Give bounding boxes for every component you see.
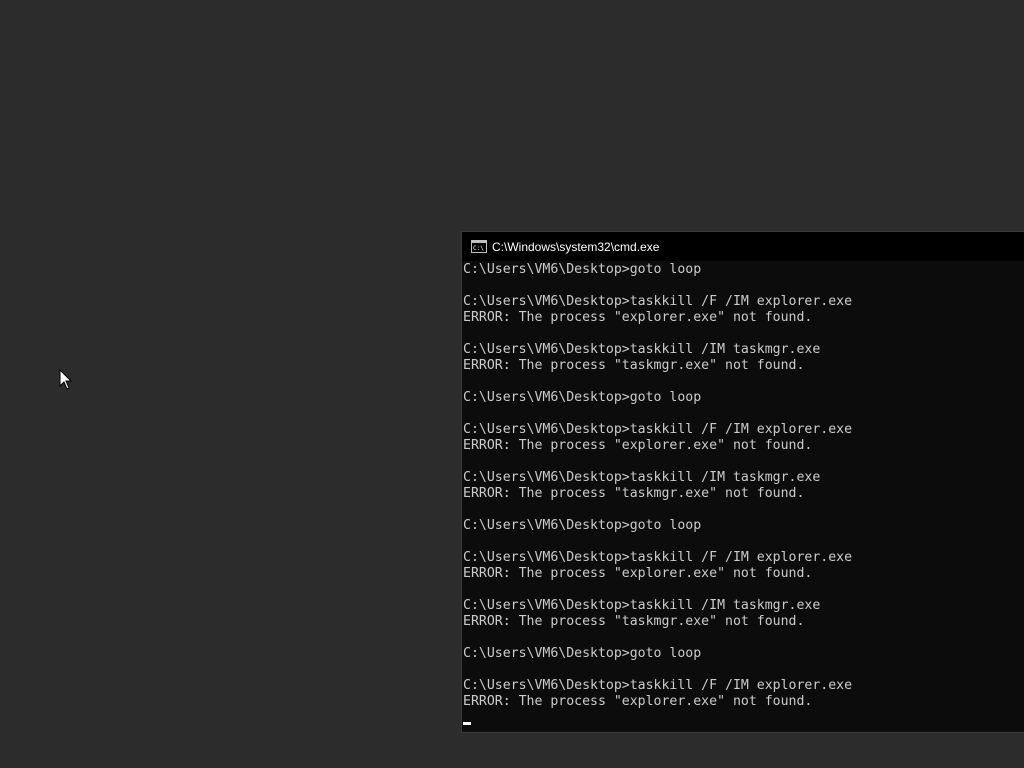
console-command-line: C:\Users\VM6\Desktop>goto loop (463, 262, 702, 277)
console-error-line: ERROR: The process "explorer.exe" not fo… (463, 566, 813, 581)
text-cursor-caret (463, 722, 471, 725)
console-command-line: C:\Users\VM6\Desktop>taskkill /IM taskmg… (463, 342, 821, 357)
console-command-line: C:\Users\VM6\Desktop>taskkill /IM taskmg… (463, 598, 821, 613)
svg-text:C:\: C:\ (473, 245, 484, 252)
console-blank-line (463, 722, 1023, 732)
console-error-line: ERROR: The process "taskmgr.exe" not fou… (463, 486, 805, 501)
console-command-line: C:\Users\VM6\Desktop>goto loop (463, 390, 702, 405)
console-error-line: ERROR: The process "explorer.exe" not fo… (463, 438, 813, 453)
console-command-line: C:\Users\VM6\Desktop>taskkill /F /IM exp… (463, 294, 853, 309)
cmd-window[interactable]: C:\ C:\Windows\system32\cmd.exe C:\Users… (461, 231, 1024, 733)
title-bar[interactable]: C:\ C:\Windows\system32\cmd.exe (462, 232, 1024, 261)
console-error-line: ERROR: The process "taskmgr.exe" not fou… (463, 614, 805, 629)
console-error-line: ERROR: The process "explorer.exe" not fo… (463, 310, 813, 325)
console-command-line: C:\Users\VM6\Desktop>goto loop (463, 518, 702, 533)
console-command-line: C:\Users\VM6\Desktop>taskkill /F /IM exp… (463, 422, 853, 437)
console-command-line: C:\Users\VM6\Desktop>goto loop (463, 646, 702, 661)
desktop-background[interactable]: C:\ C:\Windows\system32\cmd.exe C:\Users… (0, 0, 1024, 768)
mouse-pointer-icon (59, 369, 73, 390)
console-command-line: C:\Users\VM6\Desktop>taskkill /F /IM exp… (463, 678, 853, 693)
window-title: C:\Windows\system32\cmd.exe (492, 239, 660, 254)
console-output[interactable]: C:\Users\VM6\Desktop>goto loop C:\Users\V… (463, 262, 1023, 732)
console-command-line: C:\Users\VM6\Desktop>taskkill /IM taskmg… (463, 470, 821, 485)
console-error-line: ERROR: The process "taskmgr.exe" not fou… (463, 358, 805, 373)
cmd-console-icon: C:\ (471, 240, 487, 253)
console-error-line: ERROR: The process "explorer.exe" not fo… (463, 694, 813, 709)
console-command-line: C:\Users\VM6\Desktop>taskkill /F /IM exp… (463, 550, 853, 565)
